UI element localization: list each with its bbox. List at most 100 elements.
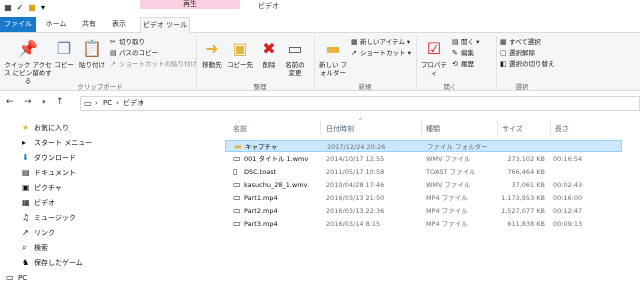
cut-button[interactable]: ✂ 切り取り (110, 38, 145, 47)
history-button[interactable]: ⟲ 履歴 (452, 60, 474, 69)
scissors-icon: ✂ (110, 38, 116, 46)
paste-button[interactable]: 📋 貼り付け (78, 39, 106, 69)
select-none-button[interactable]: ▢ 選択解除 (500, 49, 535, 58)
video-file-icon: ▭ (233, 180, 241, 189)
group-separator (416, 36, 417, 88)
nav-item-favorites[interactable]: ★ お気に入り (22, 122, 69, 134)
download-icon: ⬇ (22, 153, 29, 162)
new-folder-button[interactable]: ▬ 新しい フォルダー (316, 39, 350, 77)
nav-item-pictures[interactable]: ▣ ピクチャ (22, 182, 62, 194)
tab-home[interactable]: ホーム (38, 17, 74, 32)
breadcrumb-separator: › (116, 99, 119, 107)
column-divider[interactable] (550, 120, 551, 135)
tab-file[interactable]: ファイル (0, 17, 36, 32)
column-header-date[interactable]: 日付時刻 (326, 124, 354, 134)
select-all-icon: ▦ (500, 38, 507, 46)
back-arrow-icon[interactable]: ← (6, 97, 14, 107)
tab-video-tools[interactable]: ビデオ ツール (140, 17, 190, 33)
chevron-down-icon[interactable]: ▾ (38, 3, 48, 13)
column-divider[interactable] (320, 120, 321, 135)
file-size: 37,061 KB (511, 181, 545, 189)
breadcrumb-pc[interactable]: PC (103, 97, 112, 110)
address-bar[interactable]: ▭ › PC › ビデオ › (80, 96, 640, 111)
forward-arrow-icon[interactable]: → (24, 97, 32, 107)
file-date: 2017/12/24 20:26 (327, 143, 386, 151)
file-length: 00:16:54 (553, 155, 583, 163)
column-divider[interactable] (421, 120, 422, 135)
nav-item-videos[interactable]: ▦ ビデオ (22, 197, 55, 209)
file-row[interactable]: ▯ DSC.toast 2011/05/17 10:58 TOAST ファイル 7… (225, 166, 622, 178)
select-all-button[interactable]: ▦ すべて選択 (500, 38, 541, 47)
path-icon: ▤ (110, 49, 117, 57)
search-icon: ⌕ (22, 243, 27, 252)
breadcrumb-separator: › (95, 99, 98, 107)
file-type: TOAST ファイル (426, 168, 476, 176)
file-date: 2016/03/13 21:50 (326, 194, 385, 202)
new-item-button[interactable]: ▦ 新しいアイテム ▾ (351, 38, 410, 47)
shortcut-button[interactable]: ↗ ショートカット ▾ (351, 49, 411, 58)
nav-item-documents[interactable]: ▤ ドキュメント (22, 167, 76, 179)
file-row[interactable]: ▭ Part1.mp4 2016/03/13 21:50 MP4 ファイル 1,1… (225, 192, 622, 204)
nav-item-downloads[interactable]: ⬇ ダウンロード (22, 152, 76, 164)
new-folder-qa-icon[interactable]: ■ (27, 3, 37, 13)
file-size: 1,527,077 KB (501, 207, 545, 215)
file-length: 00:16:00 (553, 194, 583, 202)
delete-button[interactable]: ✖ 削除 (257, 39, 281, 69)
column-header-name[interactable]: 名前 (233, 124, 247, 134)
nav-item-start-menu[interactable]: ▸ スタート メニュー (22, 137, 92, 149)
column-header-size[interactable]: サイズ (502, 124, 523, 134)
file-row[interactable]: ▭ 001 タイトル 1.wmv 2014/10/17 12:55 WMV ファイ… (225, 153, 622, 165)
group-separator (196, 36, 197, 88)
properties-button[interactable]: ☑ プロパティ (418, 39, 450, 77)
pc-icon: ▭ (84, 99, 92, 108)
properties-qa-icon[interactable]: ✓ (15, 3, 25, 13)
delete-icon: ✖ (262, 39, 276, 58)
up-arrow-icon[interactable]: ↑ (56, 97, 64, 107)
folder-icon: ▬ (234, 142, 242, 151)
chevron-down-icon[interactable]: ▾ (42, 98, 46, 106)
invert-selection-button[interactable]: ◧ 選択の切り替え (500, 60, 555, 69)
file-row[interactable]: ▭ Part3.mp4 2016/03/14 8:15 MP4 ファイル 611,… (225, 218, 622, 230)
rename-button[interactable]: ▭ 名前の変更 (283, 39, 307, 77)
properties-icon: ☑ (426, 39, 442, 58)
move-to-button[interactable]: ➜ 移動先 (199, 39, 225, 69)
file-row[interactable]: ▭ kasuchu_28_1.wmv 2010/04/28 17:46 WMV フ… (225, 179, 622, 191)
group-label-organize: 整理 (253, 83, 267, 91)
column-header-length[interactable]: 長さ (555, 124, 569, 134)
open-button[interactable]: ▤ 開く ▾ (452, 38, 479, 47)
sort-arrow-icon: ^ (358, 118, 364, 125)
edit-button[interactable]: ✎ 編集 (452, 49, 474, 58)
start-menu-icon: ▸ (22, 138, 27, 147)
tab-view[interactable]: 表示 (104, 17, 134, 32)
file-date: 2016/03/14 8:15 (326, 220, 381, 228)
paste-icon: 📋 (82, 39, 102, 58)
column-header-type[interactable]: 種類 (426, 124, 440, 134)
tab-share[interactable]: 共有 (74, 17, 104, 32)
file-row[interactable]: ▭ Part2.mp4 2016/03/13 22:36 MP4 ファイル 1,5… (225, 205, 622, 217)
group-separator (496, 36, 497, 88)
file-row[interactable]: ▬ キャプチャ 2017/12/24 20:26 ファイル フォルダー (225, 140, 622, 152)
copy-to-button[interactable]: ▣ コピー先 (226, 39, 254, 69)
file-type: ファイル フォルダー (427, 143, 488, 151)
picture-icon: ▣ (22, 183, 30, 192)
nav-item-music[interactable]: ♫ ミュージック (22, 212, 76, 224)
file-name: ▯ DSC.toast (233, 167, 277, 176)
nav-item-searches[interactable]: ⌕ 検索 (22, 242, 48, 254)
pin-quick-access-button[interactable]: 📌 クイック アクセス にピン留めする (4, 39, 52, 85)
nav-item-saved-games[interactable]: ♞ 保存したゲーム (22, 257, 83, 269)
video-icon: ▦ (22, 198, 30, 207)
file-type: MP4 ファイル (426, 194, 468, 202)
context-tab-header: 再生 (140, 0, 240, 9)
copy-button[interactable]: ❐ コピー (52, 39, 76, 69)
new-item-icon: ▦ (351, 38, 358, 46)
pc-icon: ▭ (6, 273, 14, 282)
shortcut-icon: ↗ (351, 49, 357, 57)
nav-item-links[interactable]: ↗ リンク (22, 227, 55, 239)
file-type: WMV ファイル (426, 155, 471, 163)
copy-path-button[interactable]: ▤ パスのコピー (110, 49, 158, 58)
group-label-select: 選択 (515, 83, 529, 91)
paste-shortcut-button[interactable]: ↗ ショートカットの貼り付け (110, 60, 197, 69)
nav-item-pc[interactable]: ▭ PC (6, 272, 27, 284)
group-label-clipboard: クリップボード (77, 83, 123, 91)
column-divider[interactable] (497, 120, 498, 135)
